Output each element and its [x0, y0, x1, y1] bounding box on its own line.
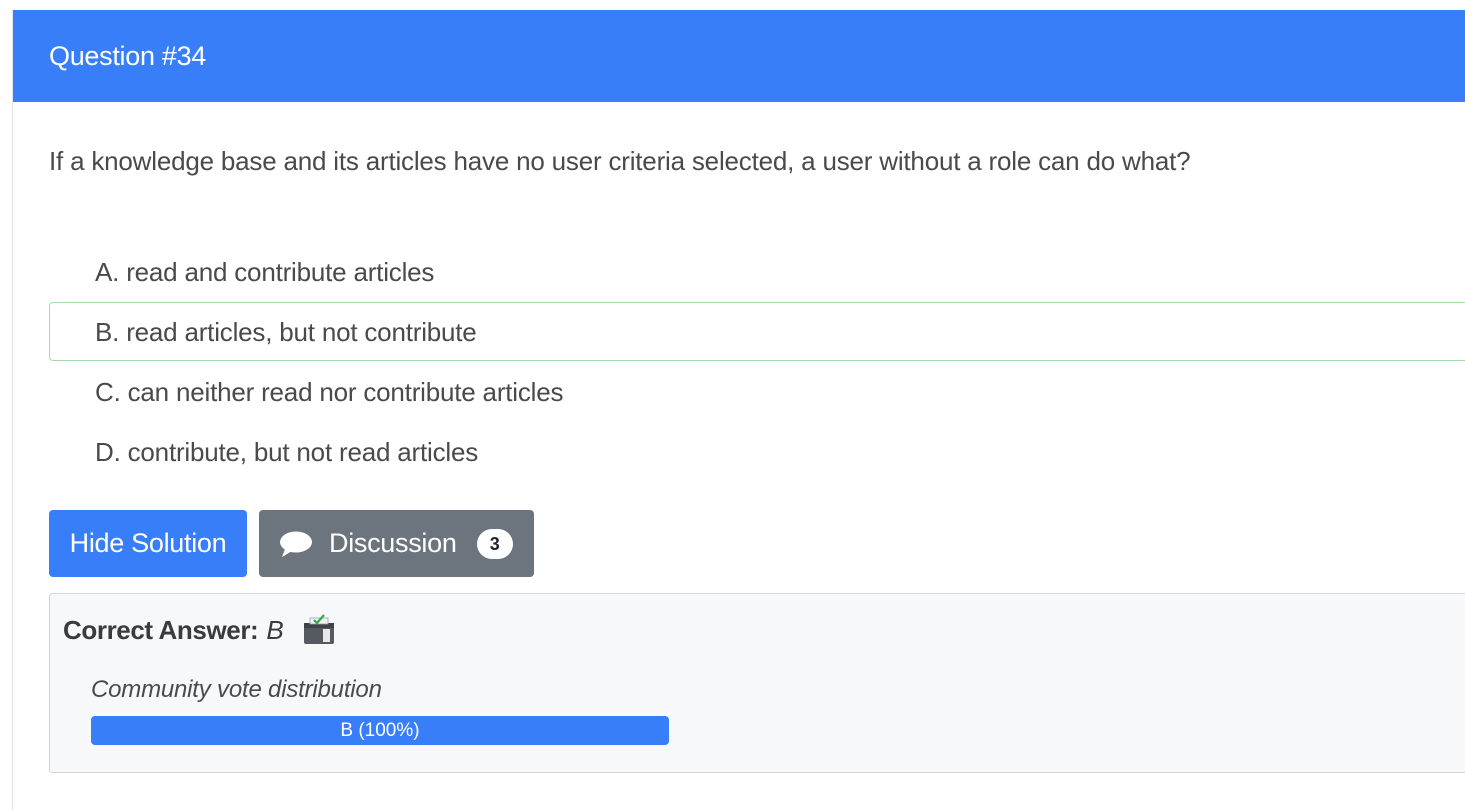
discussion-button[interactable]: Discussion 3	[259, 510, 534, 577]
discussion-count-badge: 3	[476, 528, 513, 559]
choice-c[interactable]: C. can neither read nor contribute artic…	[49, 362, 1465, 421]
vote-distribution-title: Community vote distribution	[91, 676, 382, 703]
hide-solution-label: Hide Solution	[69, 528, 227, 558]
choice-a[interactable]: A. read and contribute articles	[49, 242, 1465, 301]
question-header: Question #34	[13, 10, 1465, 102]
correct-answer-line: Correct Answer: B	[63, 614, 336, 646]
choices-list: A. read and contribute articles B. read …	[49, 242, 1465, 482]
solution-panel: Correct Answer: B Community vote distrib…	[49, 593, 1465, 773]
vote-bar-track: B (100%)	[91, 716, 669, 745]
correct-answer-value: B	[266, 614, 284, 645]
discussion-label: Discussion	[329, 528, 457, 558]
question-text: If a knowledge base and its articles hav…	[49, 146, 1191, 176]
correct-answer-label: Correct Answer:	[63, 614, 259, 645]
question-card: Question #34 If a knowledge base and its…	[12, 10, 1465, 810]
vote-bar-b: B (100%)	[91, 716, 669, 745]
choice-b[interactable]: B. read articles, but not contribute	[49, 302, 1465, 361]
hide-solution-button[interactable]: Hide Solution	[49, 510, 247, 577]
reveal-solution-icon[interactable]	[302, 614, 336, 646]
speech-bubble-icon	[280, 531, 312, 557]
choice-d[interactable]: D. contribute, but not read articles	[49, 422, 1465, 481]
